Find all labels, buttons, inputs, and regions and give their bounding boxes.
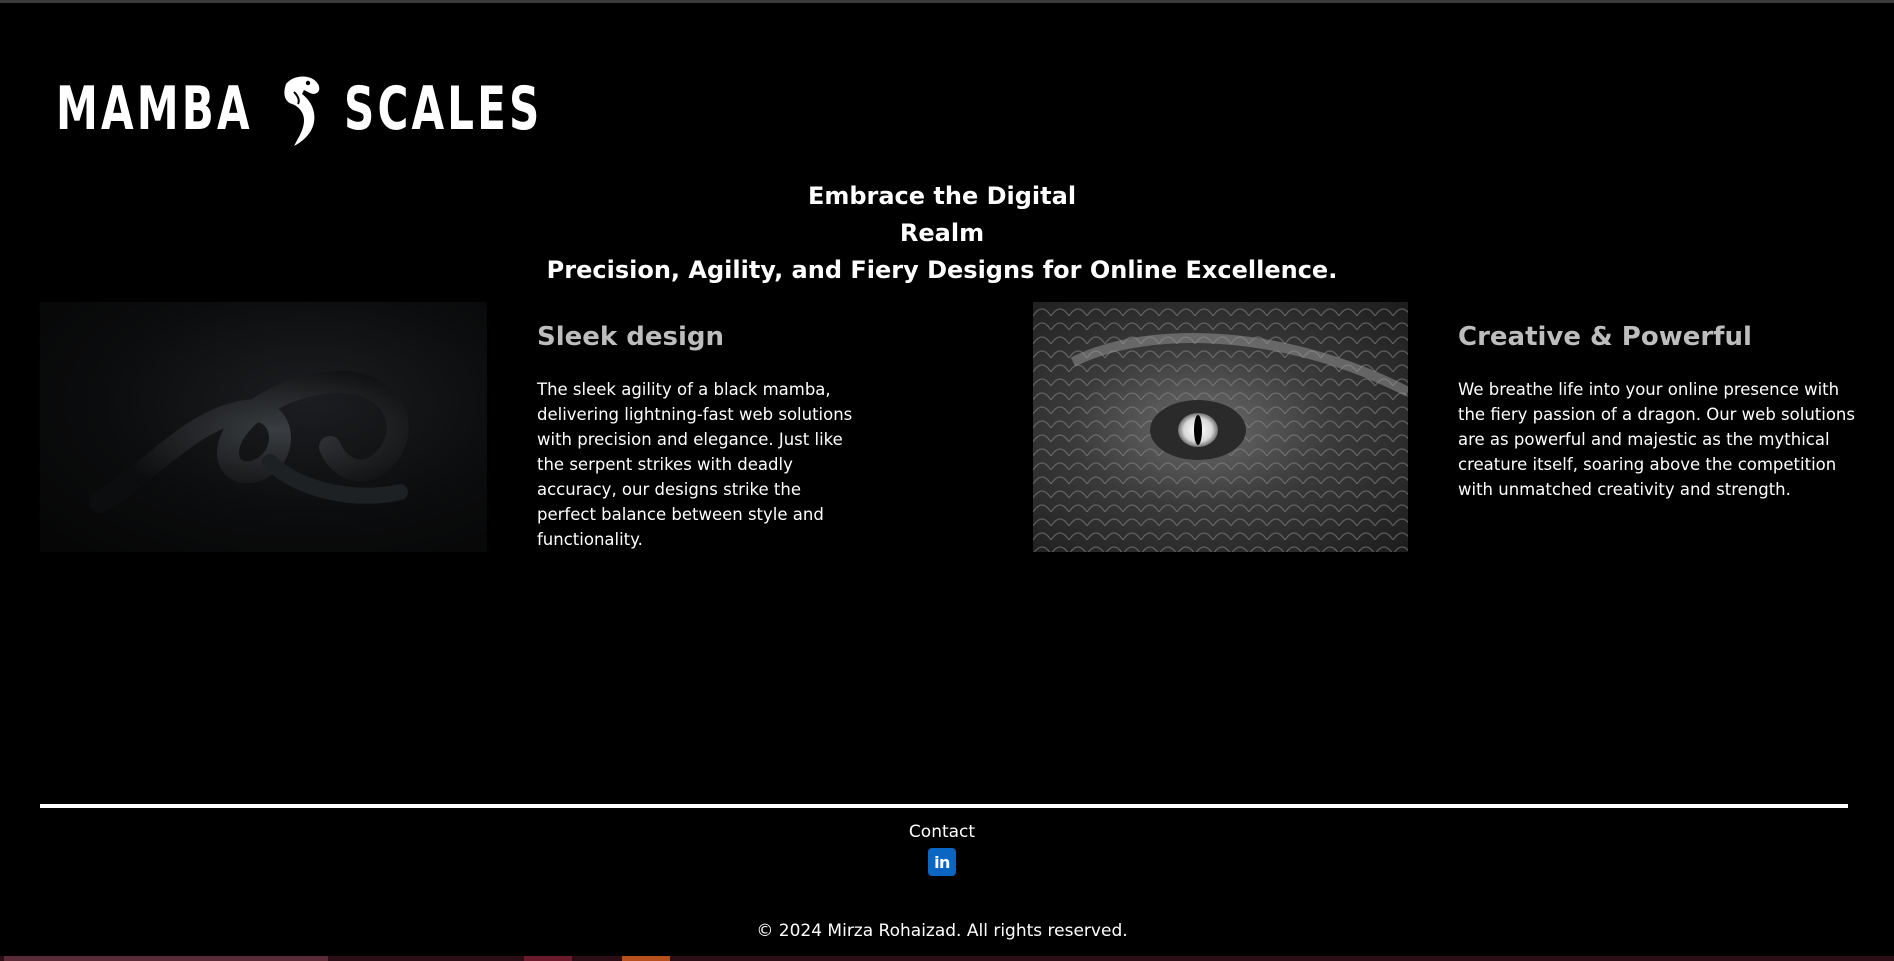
feature-title-creative: Creative & Powerful xyxy=(1458,322,1752,352)
taskbar-segment xyxy=(4,956,328,961)
hero-line-2: Realm xyxy=(899,219,985,247)
copyright-text: © 2024 Mirza Rohaizad. All rights reserv… xyxy=(756,921,1128,941)
brand-word-left: MAMBA xyxy=(56,74,253,144)
hero-line-1: Embrace the Digital xyxy=(807,182,1077,210)
brand-logo[interactable]: MAMBA SCALES xyxy=(56,70,543,148)
hero-line-3: Precision, Agility, and Fiery Designs fo… xyxy=(546,256,1338,284)
linkedin-icon[interactable]: in xyxy=(928,848,956,876)
black-mamba-image xyxy=(40,302,487,552)
contact-label: Contact xyxy=(908,822,976,842)
window-top-bar xyxy=(0,0,1894,3)
hero-heading: Embrace the Digital Realm Precision, Agi… xyxy=(0,178,1884,289)
taskbar-segment xyxy=(622,956,670,961)
brand-word-right: SCALES xyxy=(344,74,543,144)
taskbar-segment xyxy=(524,956,572,961)
dragon-eye-image xyxy=(1033,302,1408,552)
snake-icon xyxy=(272,70,328,148)
feature-text-sleek: The sleek agility of a black mamba, deli… xyxy=(537,380,853,549)
feature-title-sleek: Sleek design xyxy=(537,322,725,352)
footer-divider xyxy=(40,804,1848,808)
feature-text-creative: We breathe life into your online presenc… xyxy=(1458,380,1855,499)
